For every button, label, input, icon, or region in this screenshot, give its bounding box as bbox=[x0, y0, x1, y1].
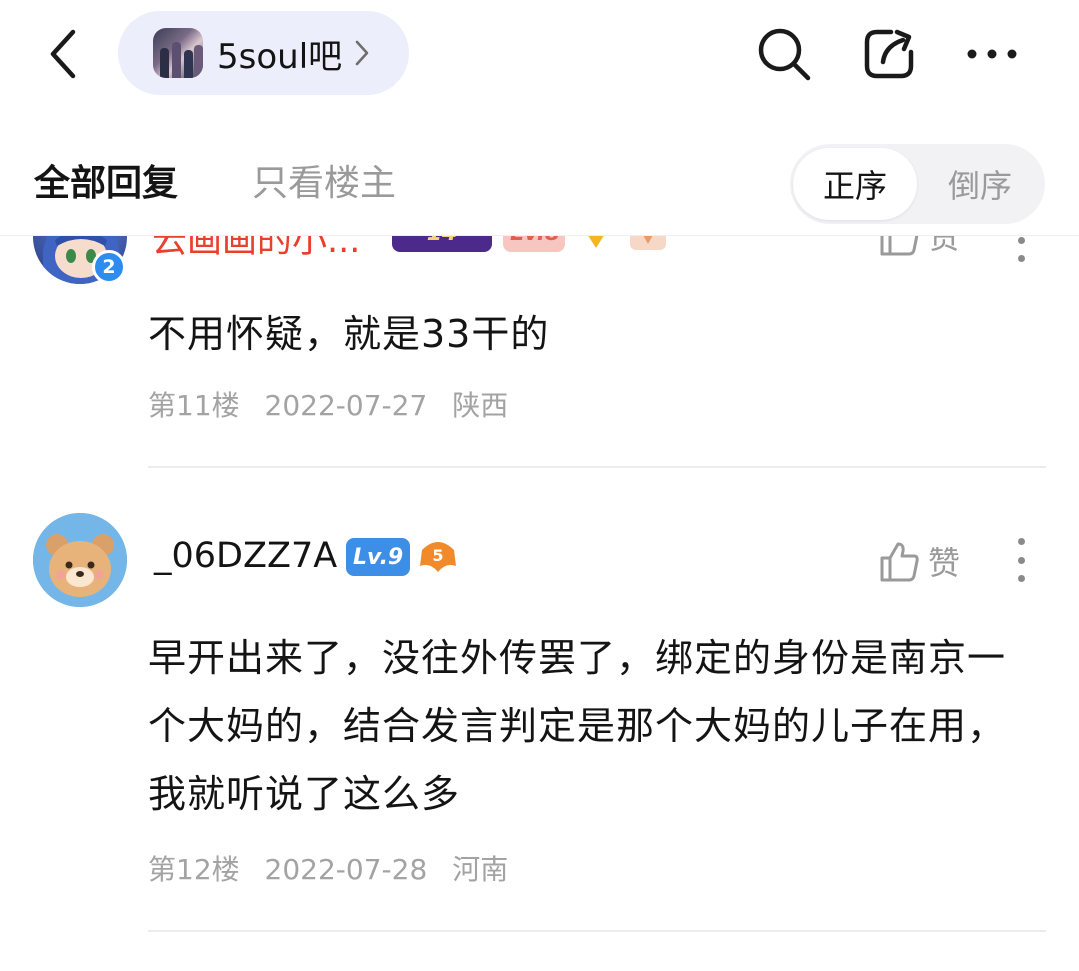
like-button[interactable]: 赞 bbox=[878, 538, 960, 584]
top-bar: 5soul吧 bbox=[0, 0, 1079, 110]
back-button[interactable] bbox=[38, 26, 90, 82]
like-label: 赞 bbox=[928, 544, 961, 582]
share-button[interactable] bbox=[857, 22, 921, 86]
post-more-button[interactable] bbox=[1006, 532, 1036, 588]
post-content: 早开出来了，没往外传罢了，绑定的身份是南京一个大妈的，结合发言判定是那个大妈的儿… bbox=[148, 636, 1007, 816]
username[interactable]: _06DZZ7A bbox=[154, 536, 337, 576]
fan-badge-icon: 5 bbox=[416, 536, 460, 580]
post-location: 河南 bbox=[452, 853, 509, 886]
forum-avatar bbox=[153, 28, 203, 78]
share-icon bbox=[864, 29, 914, 79]
thread-page: 5soul吧 全部回复 只看楼主 正序 倒序 2 云画画的小... 赞 不用怀疑… bbox=[0, 0, 1079, 971]
thumbs-up-icon bbox=[880, 542, 919, 582]
avatar[interactable] bbox=[33, 513, 127, 607]
search-icon bbox=[758, 28, 811, 81]
post-date: 2022-07-28 bbox=[264, 853, 428, 886]
floor-number: 第12楼 bbox=[148, 853, 240, 886]
post-meta: 第12楼 2022-07-28 河南 bbox=[148, 848, 524, 888]
back-arrow-icon bbox=[50, 29, 76, 79]
tab-all-replies[interactable]: 全部回复 bbox=[34, 154, 178, 206]
chevron-right-icon bbox=[354, 37, 376, 69]
forum-chip[interactable]: 5soul吧 bbox=[118, 11, 409, 95]
search-button[interactable] bbox=[752, 22, 816, 86]
order-ascending-button[interactable]: 正序 bbox=[793, 148, 917, 220]
order-toggle: 正序 倒序 bbox=[790, 144, 1045, 224]
tab-op-only[interactable]: 只看楼主 bbox=[252, 154, 396, 206]
fan-badge-number: 5 bbox=[432, 546, 443, 565]
order-descending-button[interactable]: 倒序 bbox=[918, 148, 1042, 220]
level-tag: Lv.9 bbox=[346, 538, 411, 576]
more-button[interactable] bbox=[960, 22, 1024, 86]
more-dots-icon bbox=[967, 49, 1017, 59]
forum-name: 5soul吧 bbox=[217, 36, 343, 77]
user-level-badge: 2 bbox=[92, 250, 126, 284]
reply-filter-bar: 全部回复 只看楼主 正序 倒序 bbox=[0, 110, 1079, 236]
divider bbox=[148, 930, 1046, 932]
